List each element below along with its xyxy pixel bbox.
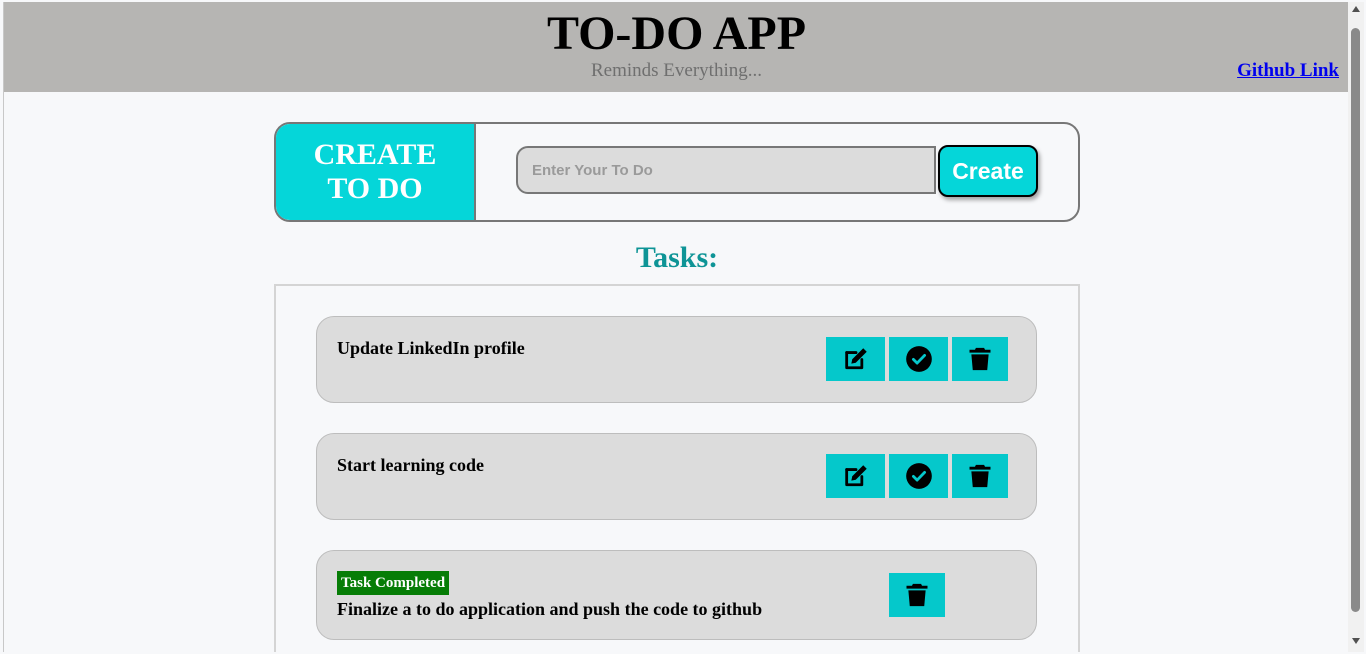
tasks-heading: Tasks: [635,241,719,274]
task-text: Finalize a to do application and push th… [337,599,763,619]
tasks-list: Update LinkedIn profile Start learning c… [274,284,1080,652]
completed-badge: Task Completed [337,571,450,595]
edit-button[interactable] [826,337,885,381]
scrollbar[interactable] [1348,2,1364,652]
delete-button[interactable] [952,337,1008,381]
app-window: TO-DO APP Reminds Everything... Github L… [3,2,1349,652]
trash-icon [969,464,991,488]
create-label-line2: TO DO [327,172,423,205]
delete-button[interactable] [952,454,1008,498]
create-todo-panel: CREATE TO DO Create [274,122,1080,222]
trash-icon [969,347,991,371]
delete-button[interactable] [889,573,945,617]
app-header: TO-DO APP Reminds Everything... Github L… [4,2,1349,92]
task-item-completed: Task Completed Finalize a to do applicat… [316,550,1037,640]
create-todo-label: CREATE TO DO [276,124,476,220]
edit-icon [844,348,867,370]
task-text: Update LinkedIn profile [337,338,525,358]
create-button[interactable]: Create [938,145,1038,197]
trash-icon [906,583,928,607]
todo-input[interactable] [516,146,936,194]
scroll-up-arrow[interactable] [1352,6,1360,12]
task-text: Start learning code [337,455,484,475]
check-circle-icon [905,463,932,489]
scrollbar-thumb[interactable] [1351,28,1360,612]
complete-button[interactable] [889,337,948,381]
task-item: Update LinkedIn profile [316,316,1037,403]
complete-button[interactable] [889,454,948,498]
create-label-line1: CREATE [313,138,437,171]
check-circle-icon [905,346,932,372]
edit-button[interactable] [826,454,885,498]
app-title: TO-DO APP [546,7,807,60]
scroll-down-arrow[interactable] [1352,638,1360,644]
task-item: Start learning code [316,433,1037,520]
github-link[interactable]: Github Link [1237,60,1339,82]
edit-icon [844,465,867,487]
app-subtitle: Reminds Everything... [591,60,762,81]
